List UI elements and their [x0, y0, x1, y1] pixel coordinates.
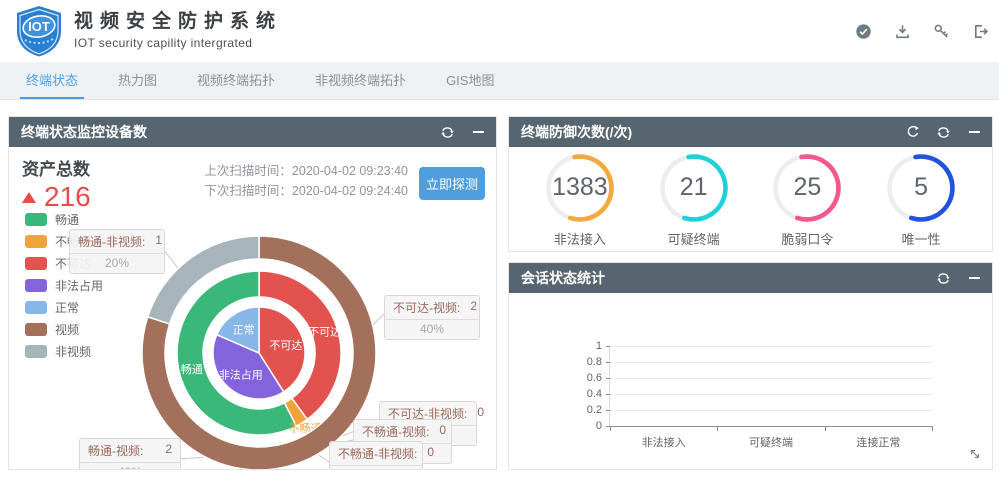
session-stats-panel: 会话状态统计 1 0.8 0.6 0.4 0.2 0 非法接入 可疑终端 连接正常: [508, 262, 993, 470]
defense-count-panel: 终端防御次数(/次): [508, 116, 993, 252]
donut-segment-label: 非法占用: [219, 367, 263, 381]
callout-unreachable-video: 不可达-视频2 40%: [384, 295, 480, 340]
gridline: [610, 394, 932, 395]
gauge-label: 非法接入: [532, 229, 628, 248]
panel-title: 终端状态监控设备数: [21, 122, 440, 142]
panel-tools: [905, 125, 982, 140]
svg-text:IOT: IOT: [28, 19, 50, 34]
y-tick-mark: [606, 346, 610, 347]
y-tick-mark: [606, 362, 610, 363]
header-actions: [855, 23, 989, 40]
resize-handle-icon[interactable]: [968, 447, 982, 461]
y-tick-label: 0.2: [587, 404, 602, 416]
x-tick-mark: [610, 426, 611, 431]
y-tick-label: 0.8: [587, 356, 602, 368]
defense-count-body: 1383 非法接入 21 可疑终端 25 脆弱口令 5 唯一性: [509, 147, 992, 251]
callout-connector-line: [179, 457, 206, 459]
y-tick-label: 0.6: [587, 372, 602, 384]
gauge-value: 25: [759, 151, 855, 225]
gauge-value: 21: [646, 151, 742, 225]
gridline: [610, 346, 932, 347]
x-tick-mark: [717, 426, 718, 431]
gauge-可疑终端: 21 可疑终端: [646, 151, 742, 248]
gauge-label: 可疑终端: [646, 229, 742, 248]
gridline: [610, 378, 932, 379]
donut-segment-label: 正常: [233, 324, 255, 337]
y-tick-label: 0: [596, 420, 602, 432]
callout-connector-line: [317, 454, 329, 462]
key-icon[interactable]: [933, 23, 950, 40]
x-tick-mark: [932, 426, 933, 431]
app-header: IOT 视频安全防护系统 IOT security capility inter…: [0, 0, 999, 62]
check-circle-icon[interactable]: [855, 23, 872, 40]
download-icon[interactable]: [894, 23, 911, 40]
dashboard-root: IOT 视频安全防护系统 IOT security capility inter…: [0, 0, 999, 479]
collapse-icon[interactable]: [967, 271, 982, 286]
callout-smooth-video: 畅通-视频2 40%: [79, 438, 181, 469]
refresh-icon[interactable]: [905, 125, 920, 140]
donut-segment-label: 不可达: [308, 326, 341, 339]
gauge-value: 1383: [532, 151, 628, 225]
y-tick-label: 0.4: [587, 388, 602, 400]
gauge-value: 5: [873, 151, 969, 225]
iot-shield-logo: IOT: [12, 4, 66, 58]
panel-header: 终端状态监控设备数: [9, 117, 496, 147]
collapse-icon[interactable]: [471, 125, 486, 140]
y-tick-mark: [606, 410, 610, 411]
gauge-唯一性: 5 唯一性: [873, 151, 969, 248]
session-line-chart: 10.80.60.40.20非法接入可疑终端连接正常: [609, 346, 932, 426]
callout-smooth-nonvideo: 畅通-非视频1 20%: [69, 229, 165, 274]
brand-block: 视频安全防护系统 IOT security capility intergrat…: [74, 11, 282, 50]
panel-tools: [936, 271, 982, 286]
app-subtitle: IOT security capility intergrated: [74, 36, 282, 50]
panel-header: 终端防御次数(/次): [509, 117, 992, 147]
gridline: [610, 410, 932, 411]
x-tick-mark: [825, 426, 826, 431]
gauge-label: 唯一性: [873, 229, 969, 248]
y-tick-label: 1: [596, 340, 602, 352]
y-tick-mark: [606, 394, 610, 395]
gauge-label: 脆弱口令: [759, 229, 855, 248]
sync-icon[interactable]: [936, 271, 951, 286]
callout-blocked-nonvideo: 不畅通-非视频0 0%: [329, 441, 423, 469]
main-tabbar: 终端状态 热力图 视频终端拓扑 非视频终端拓扑 GIS地图: [0, 62, 999, 100]
gauge-非法接入: 1383 非法接入: [532, 151, 628, 248]
tab-nonvideo-topology[interactable]: 非视频终端拓扑: [309, 62, 412, 99]
panel-header: 会话状态统计: [509, 263, 992, 293]
terminal-status-panel: 终端状态监控设备数 资产总数 216 上次扫描: [8, 116, 497, 470]
tab-heatmap[interactable]: 热力图: [112, 62, 163, 99]
tab-gis-map[interactable]: GIS地图: [440, 62, 500, 99]
x-category-非法接入: 非法接入: [642, 434, 686, 450]
sync-icon[interactable]: [936, 125, 951, 140]
sync-icon[interactable]: [440, 125, 455, 140]
logout-icon[interactable]: [972, 23, 989, 40]
donut-segment-label: 不可达: [269, 339, 302, 352]
gridline: [610, 426, 932, 427]
panel-title: 会话状态统计: [521, 268, 936, 288]
panel-title: 终端防御次数(/次): [521, 122, 905, 142]
tab-terminal-status[interactable]: 终端状态: [20, 62, 84, 99]
x-category-可疑终端: 可疑终端: [749, 434, 793, 450]
collapse-icon[interactable]: [967, 125, 982, 140]
panel-tools: [440, 125, 486, 140]
gauge-脆弱口令: 25 脆弱口令: [759, 151, 855, 248]
session-stats-body: 1 0.8 0.6 0.4 0.2 0 非法接入 可疑终端 连接正常: [509, 293, 992, 469]
x-category-连接正常: 连接正常: [856, 434, 900, 450]
donut-segment-label: 畅通: [181, 362, 203, 376]
tab-video-topology[interactable]: 视频终端拓扑: [191, 62, 281, 99]
app-title: 视频安全防护系统: [74, 11, 282, 33]
gridline: [610, 362, 932, 363]
y-tick-mark: [606, 378, 610, 379]
terminal-status-body: 资产总数 216 上次扫描时间：2020-04-02 09:23:40 下次扫描…: [9, 147, 496, 469]
defense-gauges: 1383 非法接入 21 可疑终端 25 脆弱口令 5 唯一性: [509, 147, 992, 251]
